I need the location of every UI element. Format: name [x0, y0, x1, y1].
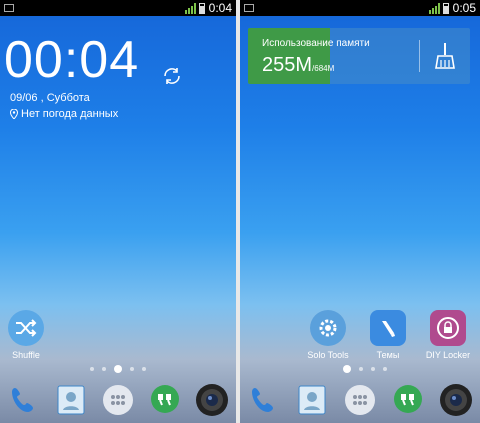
- brush-icon: [370, 310, 406, 346]
- notification-image-icon: [4, 4, 14, 12]
- broom-clean-icon[interactable]: [434, 42, 456, 70]
- signal-icon: [184, 2, 196, 14]
- home-screen-right: 0:05 Использование памяти 255M/684M Solo…: [240, 0, 480, 423]
- app-diy-locker[interactable]: DIY Locker: [418, 310, 478, 360]
- dock: [240, 383, 480, 417]
- contacts-icon[interactable]: [295, 383, 329, 417]
- app-solo-tools[interactable]: Solo Tools: [298, 310, 358, 360]
- page-indicator: [343, 365, 387, 373]
- refresh-icon[interactable]: [160, 64, 184, 88]
- hangouts-icon[interactable]: [148, 383, 182, 417]
- battery-icon: [198, 2, 205, 14]
- app-label: DIY Locker: [425, 350, 471, 360]
- status-time: 0:04: [208, 1, 232, 15]
- shuffle-icon: [8, 310, 44, 346]
- app-label: Shuffle: [12, 350, 40, 360]
- app-themes[interactable]: Темы: [358, 310, 418, 360]
- app-label: Темы: [376, 350, 400, 360]
- dock: [0, 383, 236, 417]
- hangouts-icon[interactable]: [391, 383, 425, 417]
- location-pin-icon: [10, 109, 18, 119]
- gear-icon: [310, 310, 346, 346]
- memory-value: 255M/684M: [262, 54, 334, 77]
- battery-icon: [442, 2, 449, 14]
- phone-icon[interactable]: [7, 383, 41, 417]
- app-drawer-icon[interactable]: [101, 383, 135, 417]
- lock-icon: [430, 310, 466, 346]
- app-label: Solo Tools: [307, 350, 349, 360]
- memory-usage-widget[interactable]: Использование памяти 255M/684M: [248, 28, 470, 84]
- camera-icon[interactable]: [195, 383, 229, 417]
- app-shuffle[interactable]: Shuffle: [0, 310, 56, 360]
- notification-image-icon: [244, 4, 254, 12]
- page-indicator: [90, 365, 146, 373]
- camera-icon[interactable]: [439, 383, 473, 417]
- weather-text: Нет погода данных: [21, 108, 119, 120]
- phone-icon[interactable]: [247, 383, 281, 417]
- memory-used: 255M: [262, 54, 313, 76]
- status-bar: 0:04: [0, 0, 236, 16]
- status-time: 0:05: [452, 1, 476, 15]
- status-bar: 0:05: [240, 0, 480, 16]
- clock-widget-date: 09/06 , Суббота: [10, 92, 90, 104]
- memory-total: /684M: [312, 64, 335, 73]
- contacts-icon[interactable]: [54, 383, 88, 417]
- widget-separator: [419, 40, 420, 72]
- clock-widget-time[interactable]: 00:04: [4, 30, 139, 90]
- weather-status[interactable]: Нет погода данных: [10, 108, 118, 120]
- home-screen-left: 0:04 00:04 09/06 , Суббота Нет погода да…: [0, 0, 236, 423]
- memory-title: Использование памяти: [262, 38, 370, 49]
- app-drawer-icon[interactable]: [343, 383, 377, 417]
- signal-icon: [428, 2, 440, 14]
